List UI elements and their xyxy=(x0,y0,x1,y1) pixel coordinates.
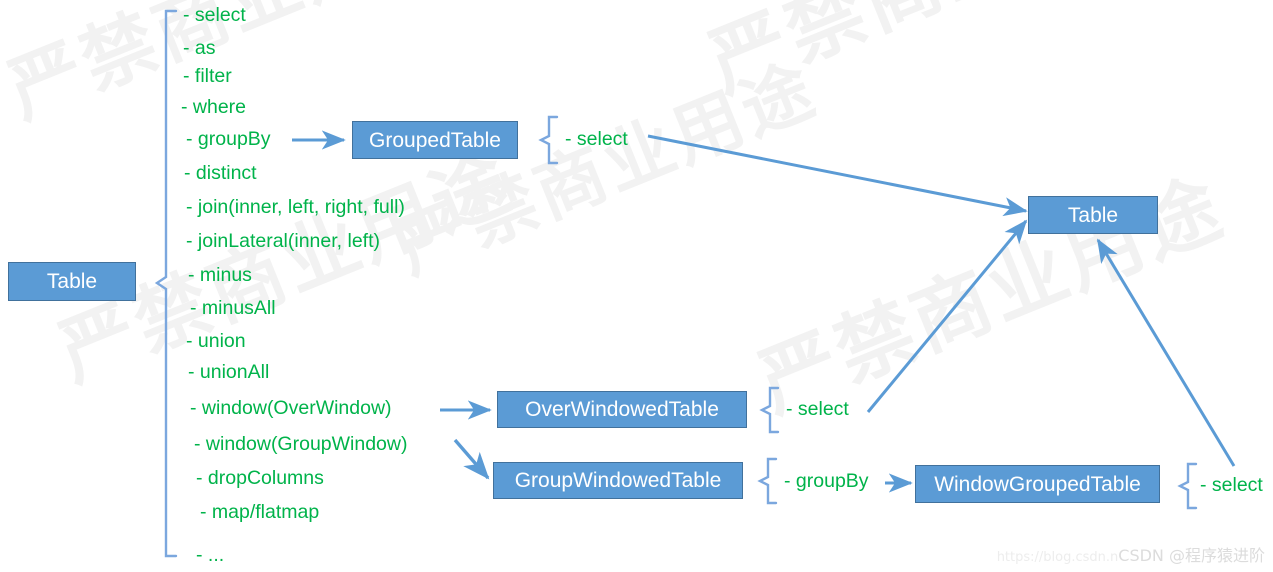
brace-windowgroupedtable-methods xyxy=(1177,462,1198,510)
method-table-7[interactable]: - joinLateral(inner, left) xyxy=(186,231,380,252)
method-table-12[interactable]: - window(OverWindow) xyxy=(190,398,392,419)
box-table-left[interactable]: Table xyxy=(8,262,136,301)
method-windowgroupedtable-select[interactable]: - select xyxy=(1200,475,1263,496)
method-groupwindowedtable-groupby[interactable]: - groupBy xyxy=(784,471,869,492)
footer-url: https://blog.csdn.n xyxy=(996,550,1119,565)
box-grouped-table[interactable]: GroupedTable xyxy=(352,121,518,159)
box-group-windowed-table[interactable]: GroupWindowedTable xyxy=(493,462,743,499)
method-table-3[interactable]: - where xyxy=(181,97,246,118)
method-table-4[interactable]: - groupBy xyxy=(186,129,271,150)
method-table-15[interactable]: - map/flatmap xyxy=(200,502,319,523)
method-table-9[interactable]: - minusAll xyxy=(190,298,276,319)
method-table-1[interactable]: - as xyxy=(183,38,216,59)
method-groupedtable-select[interactable]: - select xyxy=(565,129,628,150)
method-overwindowedtable-select[interactable]: - select xyxy=(786,399,849,420)
diagram-canvas: 严禁商业用途 严禁商业用途 严禁商业用途 严禁商业用途 严禁商业用途 xyxy=(0,0,1273,572)
footer-csdn-credit: CSDN @程序猿进阶 xyxy=(1118,546,1265,565)
method-table-10[interactable]: - union xyxy=(186,331,246,352)
method-table-6[interactable]: - join(inner, left, right, full) xyxy=(186,197,405,218)
brace-overwindowedtable-methods xyxy=(759,386,780,434)
method-table-13[interactable]: - window(GroupWindow) xyxy=(194,434,407,455)
footer-credit: https://blog.csdn.nCSDN @程序猿进阶 xyxy=(997,542,1265,566)
brace-groupedtable-methods xyxy=(538,115,559,165)
method-table-16[interactable]: - ... xyxy=(196,545,224,566)
arrow-groupedtable-select-to-table xyxy=(647,134,1028,217)
method-table-14[interactable]: - dropColumns xyxy=(196,468,324,489)
arrow-windowgroupedtable-select-to-table xyxy=(1096,238,1236,467)
box-over-windowed-table[interactable]: OverWindowedTable xyxy=(497,391,747,428)
method-table-2[interactable]: - filter xyxy=(183,66,232,87)
arrow-groupwindow-to-groupwindowedtable xyxy=(453,438,490,480)
brace-table-methods xyxy=(154,9,178,558)
method-table-0[interactable]: - select xyxy=(183,5,246,26)
method-table-8[interactable]: - minus xyxy=(188,265,252,286)
brace-groupwindowedtable-methods xyxy=(757,457,778,505)
box-table-right[interactable]: Table xyxy=(1028,196,1158,234)
method-table-11[interactable]: - unionAll xyxy=(188,362,269,383)
method-table-5[interactable]: - distinct xyxy=(184,163,257,184)
arrow-overwindowedtable-select-to-table xyxy=(866,219,1028,413)
box-window-grouped-table[interactable]: WindowGroupedTable xyxy=(915,465,1160,503)
